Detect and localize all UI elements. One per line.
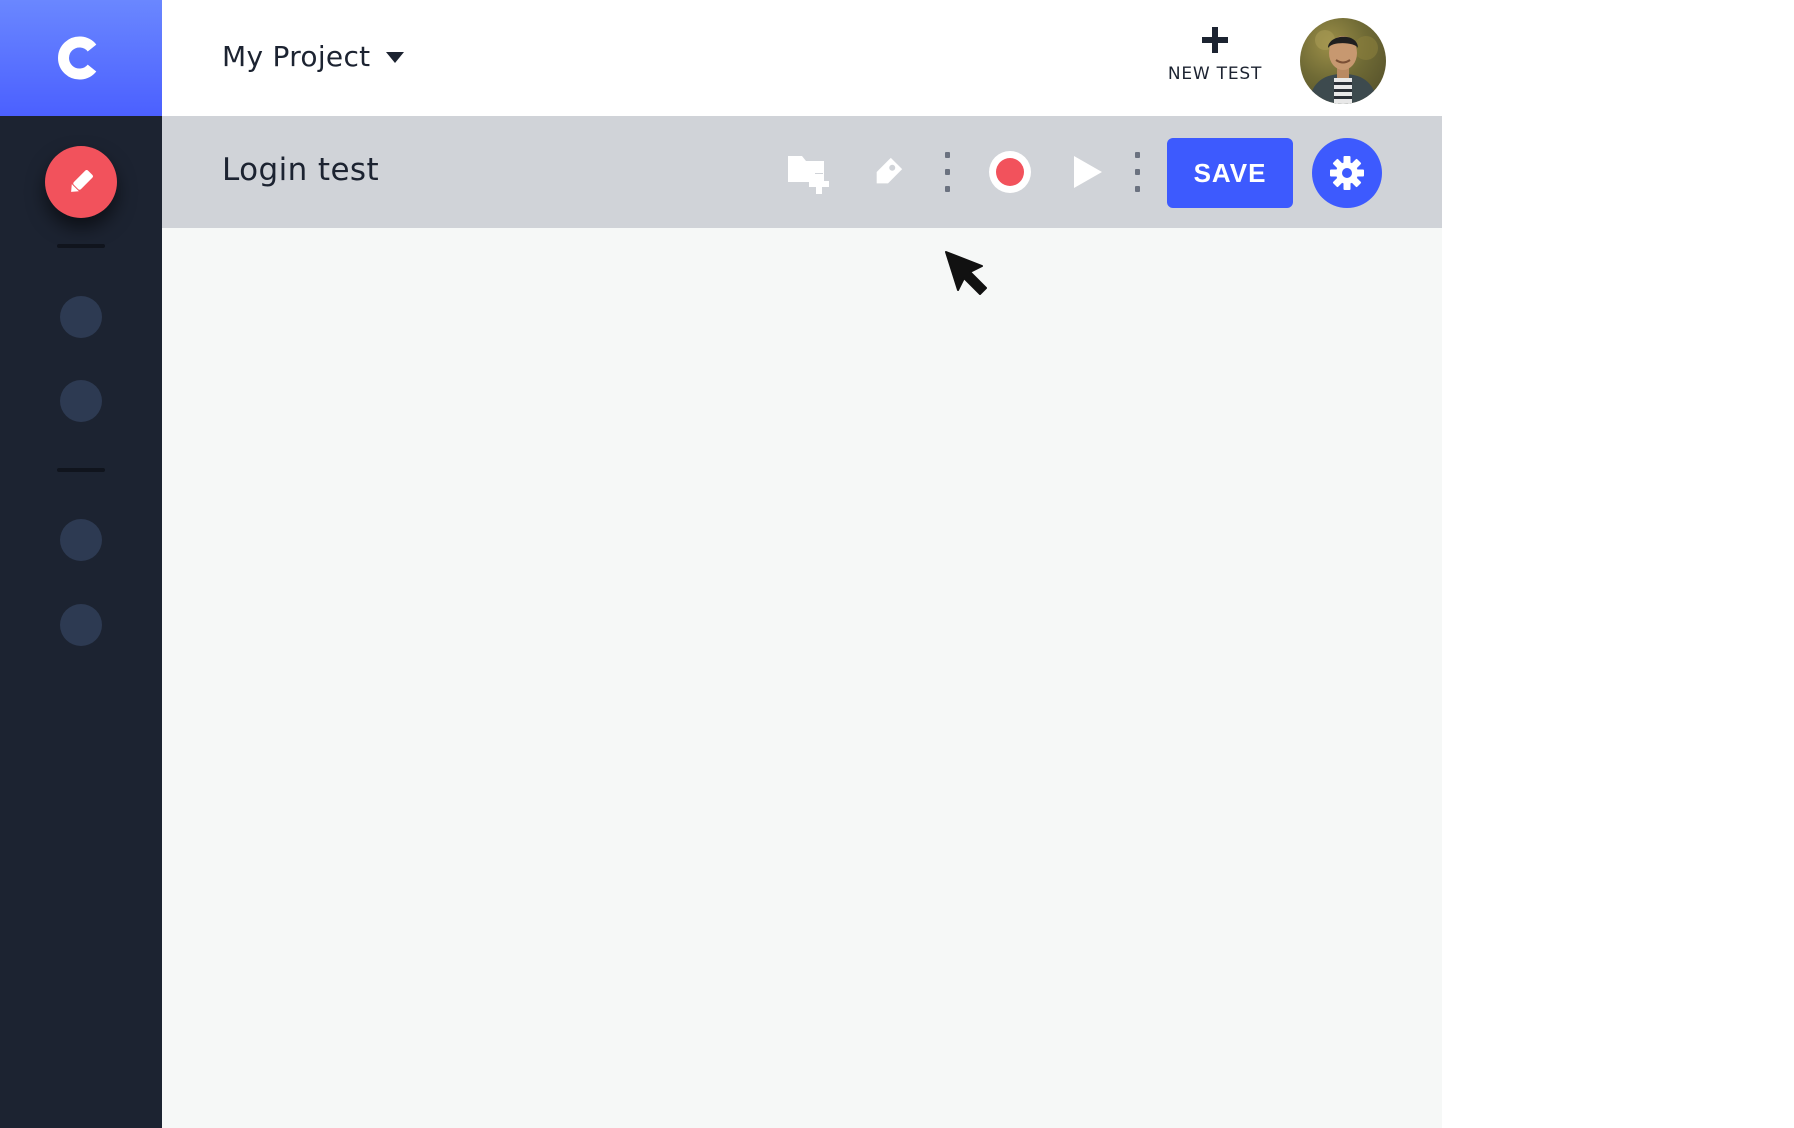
new-test-button[interactable]: NEW TEST — [1150, 26, 1280, 84]
settings-button[interactable] — [1312, 138, 1382, 208]
user-avatar[interactable] — [1300, 18, 1386, 104]
project-name: My Project — [222, 40, 371, 73]
plus-icon — [1202, 27, 1228, 53]
edit-fab-button[interactable] — [45, 146, 117, 218]
sidebar-item-1[interactable] — [60, 296, 102, 338]
mouse-cursor-icon — [945, 251, 987, 295]
project-selector[interactable]: My Project — [222, 40, 405, 73]
gear-icon — [1330, 156, 1364, 190]
test-title[interactable]: Login test — [222, 152, 379, 188]
sidebar-divider — [57, 468, 105, 472]
play-button[interactable] — [1068, 152, 1108, 192]
test-editor-canvas[interactable] — [162, 228, 1442, 1128]
test-toolbar: Login test SAVE — [162, 116, 1442, 228]
more-options-icon[interactable] — [1134, 152, 1140, 192]
record-button[interactable] — [988, 150, 1032, 194]
sidebar-divider — [57, 244, 105, 248]
sidebar — [0, 0, 162, 1128]
save-button[interactable]: SAVE — [1167, 138, 1293, 208]
tag-icon — [876, 157, 903, 184]
new-test-label: NEW TEST — [1167, 64, 1263, 84]
sidebar-item-2[interactable] — [60, 380, 102, 422]
caret-down-icon — [386, 52, 405, 63]
record-icon — [989, 151, 1031, 193]
add-to-folder-button[interactable] — [784, 148, 832, 196]
top-header: My Project NEW TEST — [162, 0, 1442, 116]
brand-logo[interactable] — [0, 0, 162, 116]
sidebar-item-3[interactable] — [60, 519, 102, 561]
avatar-photo — [1308, 30, 1378, 104]
sidebar-item-4[interactable] — [60, 604, 102, 646]
pencil-icon — [71, 170, 93, 192]
folder-add-icon — [788, 156, 829, 194]
play-icon — [1074, 156, 1102, 188]
tag-button[interactable] — [868, 152, 908, 192]
more-options-icon[interactable] — [944, 152, 950, 192]
c-logo-icon — [58, 36, 97, 80]
